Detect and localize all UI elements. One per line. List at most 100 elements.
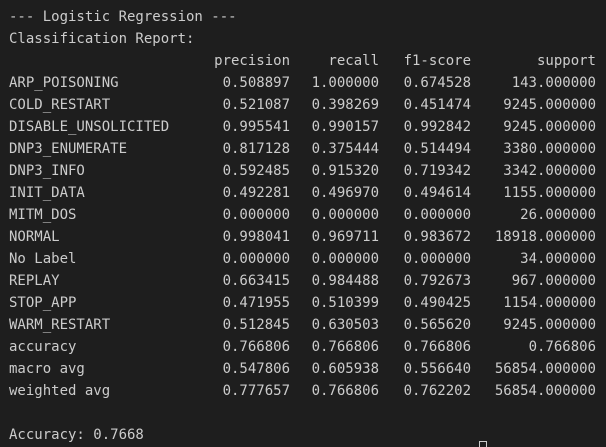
cell-precision: 0.663415: [222, 273, 290, 289]
row-label: DNP3_INFO: [9, 163, 85, 179]
cell-support: 34.000000: [520, 251, 596, 267]
cell-f1-score: 0.983672: [403, 229, 471, 245]
cell-precision: 0.998041: [222, 229, 290, 245]
row-label: accuracy: [9, 339, 77, 355]
cell-recall: 0.630503: [311, 317, 379, 333]
report-row: DNP3_INFO 0.592485 0.915320 0.719342 3342.00…: [9, 160, 596, 182]
cell-f1-score: 0.766806: [403, 339, 471, 355]
report-row: MITM_DOS 0.000000 0.000000 0.000000 26.00000…: [9, 204, 596, 226]
cell-support: 9245.000000: [503, 119, 596, 135]
report-row: macro avg 0.547806 0.605938 0.556640 56854.0…: [9, 358, 596, 380]
cell-support: 967.000000: [511, 273, 596, 289]
row-label: INIT_DATA: [9, 185, 85, 201]
cell-precision: 0.817128: [222, 141, 290, 157]
classification-report-table: precision recall f1-score support ARP_PO…: [9, 50, 596, 402]
cell-support: 1154.000000: [503, 295, 596, 311]
row-label: weighted avg: [9, 383, 111, 399]
row-label: COLD_RESTART: [9, 97, 111, 113]
cell-recall: 0.766806: [311, 383, 379, 399]
cell-precision: 0.995541: [222, 119, 290, 135]
cell-recall: 0.496970: [311, 185, 379, 201]
cell-precision: 0.000000: [222, 207, 290, 223]
cell-recall: 0.375444: [311, 141, 379, 157]
cell-support: 56854.000000: [494, 383, 596, 399]
cell-recall: 0.766806: [311, 339, 379, 355]
cell-recall: 0.915320: [311, 163, 379, 179]
row-label: ARP_POISONING: [9, 75, 119, 91]
row-label: NORMAL: [9, 229, 60, 245]
row-label: DISABLE_UNSOLICITED: [9, 119, 170, 135]
row-label: DNP3_ENUMERATE: [9, 141, 128, 157]
cell-recall: 0.990157: [311, 119, 379, 135]
report-heading: Classification Report:: [9, 31, 195, 47]
cell-f1-score: 0.000000: [403, 207, 471, 223]
report-row: NORMAL 0.998041 0.969711 0.983672 18918.0000…: [9, 226, 596, 248]
header-precision: precision: [214, 53, 290, 69]
cell-f1-score: 0.494614: [403, 185, 471, 201]
row-label: STOP_APP: [9, 295, 77, 311]
cell-support: 9245.000000: [503, 97, 596, 113]
cell-recall: 0.000000: [311, 207, 379, 223]
report-row: No Label 0.000000 0.000000 0.000000 34.00000…: [9, 248, 596, 270]
cell-support: 26.000000: [520, 207, 596, 223]
header-f1-score: f1-score: [403, 53, 471, 69]
report-row: REPLAY 0.663415 0.984488 0.792673 967.000000: [9, 270, 596, 292]
cell-recall: 1.000000: [311, 75, 379, 91]
row-label: REPLAY: [9, 273, 60, 289]
report-row: DNP3_ENUMERATE 0.817128 0.375444 0.514494 33…: [9, 138, 596, 160]
row-label: macro avg: [9, 361, 85, 377]
cell-f1-score: 0.674528: [403, 75, 471, 91]
cell-recall: 0.605938: [311, 361, 379, 377]
report-header-row: precision recall f1-score support: [9, 50, 596, 72]
cell-support: 18918.000000: [494, 229, 596, 245]
report-row: INIT_DATA 0.492281 0.496970 0.494614 1155.00…: [9, 182, 596, 204]
cell-f1-score: 0.792673: [403, 273, 471, 289]
cell-recall: 0.969711: [311, 229, 379, 245]
cell-support: 3342.000000: [503, 163, 596, 179]
cell-f1-score: 0.556640: [403, 361, 471, 377]
cell-f1-score: 0.000000: [403, 251, 471, 267]
report-row: WARM_RESTART 0.512845 0.630503 0.565620 9245…: [9, 314, 596, 336]
terminal-output[interactable]: --- Logistic Regression --- Classificati…: [0, 0, 606, 447]
header-recall: recall: [328, 53, 379, 69]
cell-support: 9245.000000: [503, 317, 596, 333]
cell-precision: 0.766806: [222, 339, 290, 355]
cell-support: 143.000000: [511, 75, 596, 91]
cell-precision: 0.492281: [222, 185, 290, 201]
cell-precision: 0.000000: [222, 251, 290, 267]
cell-support: 56854.000000: [494, 361, 596, 377]
row-label: No Label: [9, 251, 77, 267]
cell-recall: 0.398269: [311, 97, 379, 113]
row-label: MITM_DOS: [9, 207, 77, 223]
header-support: support: [536, 53, 596, 69]
report-row: ARP_POISONING 0.508897 1.000000 0.674528 143…: [9, 72, 596, 94]
model-title-line: --- Logistic Regression ---: [9, 9, 237, 25]
accuracy-footer: Accuracy: 0.7668: [9, 427, 144, 443]
report-row: DISABLE_UNSOLICITED 0.995541 0.990157 0.992…: [9, 116, 596, 138]
cell-precision: 0.512845: [222, 317, 290, 333]
cell-precision: 0.777657: [222, 383, 290, 399]
cell-f1-score: 0.719342: [403, 163, 471, 179]
cell-precision: 0.547806: [222, 361, 290, 377]
cell-f1-score: 0.992842: [403, 119, 471, 135]
cell-precision: 0.471955: [222, 295, 290, 311]
cell-precision: 0.521087: [222, 97, 290, 113]
report-row: weighted avg 0.777657 0.766806 0.762202 5685…: [9, 380, 596, 402]
cell-f1-score: 0.762202: [403, 383, 471, 399]
cell-support: 3380.000000: [503, 141, 596, 157]
cell-support: 0.766806: [528, 339, 596, 355]
header-label-col: [9, 50, 193, 72]
cell-f1-score: 0.565620: [403, 317, 471, 333]
cell-f1-score: 0.451474: [403, 97, 471, 113]
cell-support: 1155.000000: [503, 185, 596, 201]
cell-recall: 0.510399: [311, 295, 379, 311]
cell-f1-score: 0.514494: [403, 141, 471, 157]
report-row: COLD_RESTART 0.521087 0.398269 0.451474 9245…: [9, 94, 596, 116]
report-row: accuracy 0.766806 0.766806 0.766806 0.766806: [9, 336, 596, 358]
cell-precision: 0.508897: [222, 75, 290, 91]
cell-f1-score: 0.490425: [403, 295, 471, 311]
cell-recall: 0.000000: [311, 251, 379, 267]
cell-recall: 0.984488: [311, 273, 379, 289]
cell-precision: 0.592485: [222, 163, 290, 179]
